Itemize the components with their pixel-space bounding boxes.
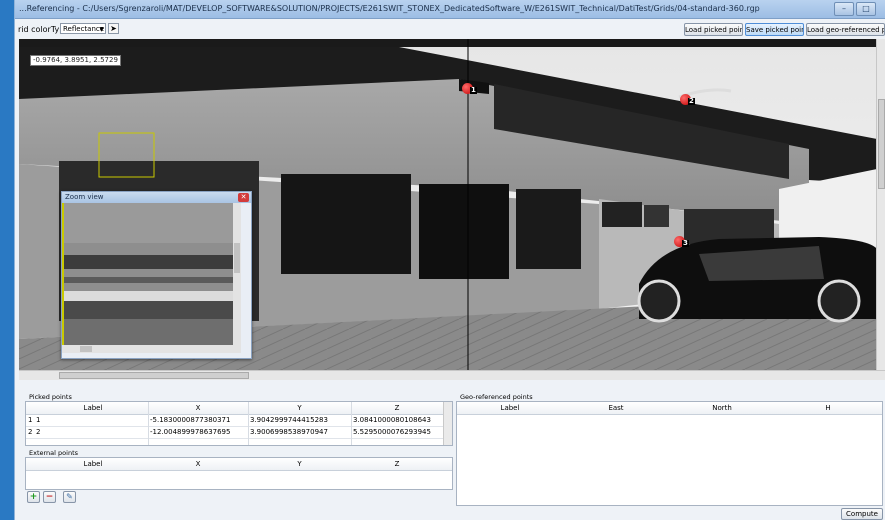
cell-x: -5.1830000877380371 <box>150 416 231 424</box>
cell-y: 3.9042999744415283 <box>250 416 328 424</box>
load-geo-referenced-points-button[interactable]: Load geo-referenced points... <box>806 23 885 36</box>
cell-z: 5.5295000076293945 <box>353 428 431 436</box>
zoom-view-titlebar[interactable]: Zoom view ✕ <box>62 192 251 203</box>
column-header-north[interactable]: North <box>669 402 775 414</box>
zoom-view-title: Zoom view <box>65 193 104 201</box>
marker-label: 3 <box>682 239 689 247</box>
window-title: ...Referencing - C:/Users/Sgrenzaroli/MA… <box>19 4 760 13</box>
column-header-x[interactable]: X <box>148 402 248 414</box>
picked-points-table[interactable]: Label X Y Z 1 1 -5.1830000877380371 3.90… <box>25 401 453 446</box>
main-window: ...Referencing - C:/Users/Sgrenzaroli/MA… <box>14 0 885 520</box>
toolbar: rid colorType Reflectance ▼ ➤ Load picke… <box>15 19 885 39</box>
add-point-button[interactable]: + <box>27 491 40 503</box>
point-cloud-viewer[interactable]: -0.9764, 3.8951, 2.5729 1 2 3 Zoom view … <box>19 39 885 370</box>
viewer-horizontal-scrollbar[interactable] <box>19 370 885 380</box>
cell-y: 3.9006998538970947 <box>250 428 328 436</box>
zoom-view-window[interactable]: Zoom view ✕ <box>61 191 252 359</box>
color-type-value: Reflectance <box>63 25 105 33</box>
marker-label: 1 <box>470 86 477 94</box>
load-picked-points-button[interactable]: Load picked points... <box>684 23 743 36</box>
cell-label: 2 <box>36 428 41 436</box>
picked-point-marker[interactable]: 2 <box>680 94 695 105</box>
remove-point-button[interactable]: − <box>43 491 56 503</box>
minus-icon: − <box>45 492 54 502</box>
column-header-label[interactable]: Label <box>38 458 148 470</box>
column-header-h[interactable]: H <box>775 402 881 414</box>
pick-point-button[interactable]: ➤ <box>108 23 119 34</box>
column-header-label[interactable]: Label <box>38 402 148 414</box>
close-icon[interactable]: ✕ <box>238 193 249 202</box>
row-number: 1 <box>28 416 33 424</box>
cell-x: -12.004899978637695 <box>150 428 231 436</box>
geo-referenced-points-label: Geo-referenced points <box>460 393 533 401</box>
picked-point-marker[interactable]: 1 <box>462 83 477 94</box>
save-picked-points-button[interactable]: Save picked points... <box>745 23 804 36</box>
row-number: 2 <box>28 428 33 436</box>
column-header-z[interactable]: Z <box>351 458 443 470</box>
zoom-image <box>62 203 241 353</box>
coordinate-readout: -0.9764, 3.8951, 2.5729 <box>30 55 121 66</box>
edit-point-button[interactable]: ✎ <box>63 491 76 503</box>
picked-points-scrollbar[interactable] <box>443 402 452 445</box>
column-header-y[interactable]: Y <box>248 458 351 470</box>
color-type-select[interactable]: Reflectance ▼ <box>60 23 106 34</box>
column-header-x[interactable]: X <box>148 458 248 470</box>
viewer-vertical-scrollbar[interactable] <box>876 39 885 370</box>
table-row[interactable]: 2 2 -12.004899978637695 3.90069985389709… <box>26 427 452 439</box>
column-header-east[interactable]: East <box>563 402 669 414</box>
cell-label: 1 <box>36 416 41 424</box>
column-header-z[interactable]: Z <box>351 402 443 414</box>
chevron-down-icon: ▼ <box>99 26 104 33</box>
edit-icon: ✎ <box>66 492 73 501</box>
picked-points-label: Picked points <box>29 393 72 401</box>
title-bar: ...Referencing - C:/Users/Sgrenzaroli/MA… <box>15 0 885 19</box>
plus-icon: + <box>29 492 38 502</box>
compute-button[interactable]: Compute <box>841 508 883 520</box>
geo-referenced-points-table[interactable]: Label East North H <box>456 401 883 506</box>
maximize-button[interactable]: □ <box>856 2 876 16</box>
cell-z: 3.0841000080108643 <box>353 416 431 424</box>
external-points-table[interactable]: Label X Y Z <box>25 457 453 490</box>
column-header-y[interactable]: Y <box>248 402 351 414</box>
external-points-label: External points <box>29 449 78 457</box>
picked-point-marker[interactable]: 3 <box>674 236 689 247</box>
cursor-icon: ➤ <box>110 24 117 33</box>
table-row[interactable]: 1 1 -5.1830000877380371 3.90429997444152… <box>26 415 452 427</box>
marker-label: 2 <box>688 97 695 105</box>
column-header-label[interactable]: Label <box>457 402 563 414</box>
minimize-button[interactable]: – <box>834 2 854 16</box>
